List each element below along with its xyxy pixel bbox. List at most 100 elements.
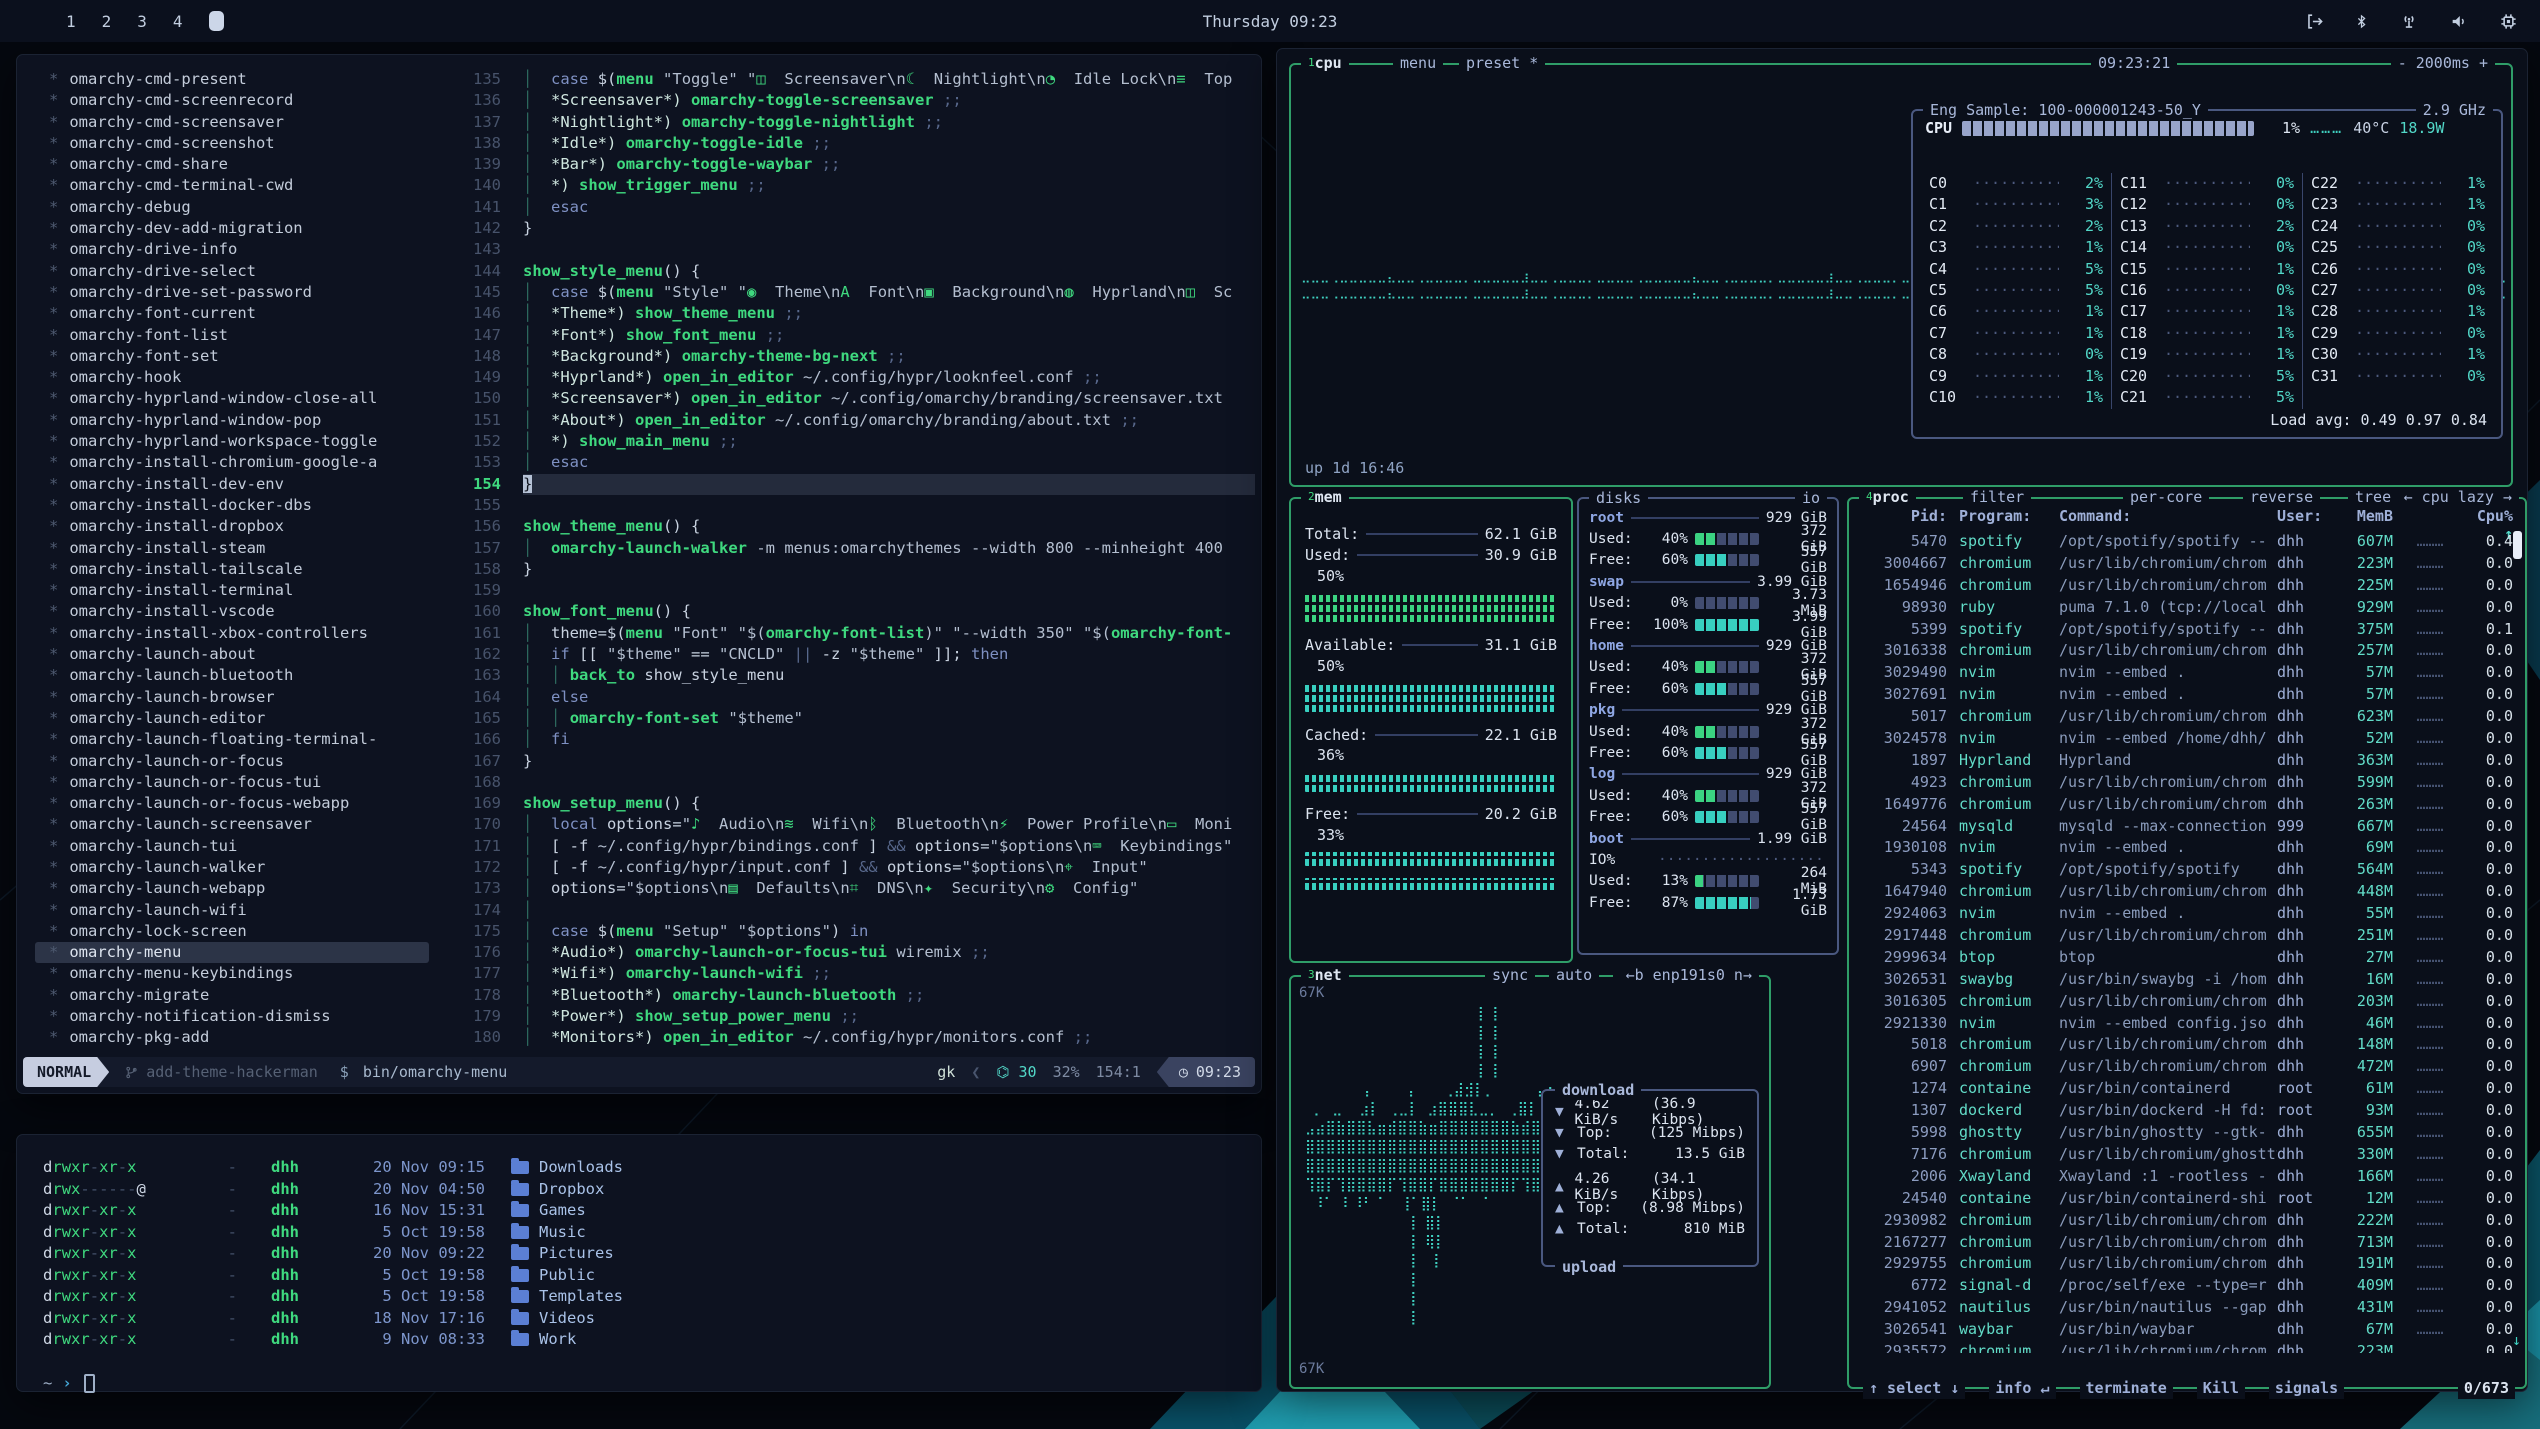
proc-footer-button[interactable]: info ↵	[1989, 1377, 2055, 1399]
process-row[interactable]: 7176chromium/usr/lib/chromium/ghostty --…	[1859, 1144, 2513, 1166]
process-row[interactable]: 2167277chromium/usr/lib/chromium/chromdh…	[1859, 1232, 2513, 1254]
code-line[interactable]: │ *Background*) omarchy-theme-bg-next ;;	[523, 346, 1255, 367]
process-row[interactable]: 5470spotify/opt/spotify/spotify --dhh607…	[1859, 531, 2513, 553]
process-row[interactable]: 2935572chromium/usr/lib/chromium/chromdh…	[1859, 1341, 2513, 1353]
file-item[interactable]: *omarchy-launch-tui	[35, 836, 429, 857]
code-line[interactable]: │ *Power*) show_setup_power_menu ;;	[523, 1006, 1255, 1027]
proc-tree-tab[interactable]: tree	[2348, 487, 2398, 507]
file-item[interactable]: *omarchy-install-xbox-controllers	[35, 623, 429, 644]
volume-icon[interactable]	[2449, 12, 2469, 31]
file-item[interactable]: *omarchy-migrate	[35, 985, 429, 1006]
file-item[interactable]: *omarchy-launch-about	[35, 644, 429, 665]
process-row[interactable]: 2930982chromium/usr/lib/chromium/chromdh…	[1859, 1210, 2513, 1232]
code-line[interactable]: │	[523, 900, 1255, 921]
code-line[interactable]: │ theme=$(menu "Font" "$(omarchy-font-li…	[523, 623, 1255, 644]
process-row[interactable]: 3016338chromium/usr/lib/chromium/chromdh…	[1859, 640, 2513, 662]
file-item[interactable]: *omarchy-install-steam	[35, 538, 429, 559]
code-line[interactable]: │ *Monitors*) open_in_editor ~/.config/h…	[523, 1027, 1255, 1048]
code-line[interactable]: show_setup_menu() {	[523, 793, 1255, 814]
process-row[interactable]: 3029490nvimnvim --embed .dhh57M………0.0	[1859, 662, 2513, 684]
proc-reverse-tab[interactable]: reverse	[2243, 487, 2320, 507]
file-item[interactable]: *omarchy-font-list	[35, 325, 429, 346]
bluetooth-icon[interactable]	[2354, 12, 2369, 31]
process-row[interactable]: 3004667chromium/usr/lib/chromium/chromdh…	[1859, 553, 2513, 575]
code-line[interactable]: │ omarchy-launch-walker -m menus:omarchy…	[523, 538, 1255, 559]
code-line[interactable]: │ *Bluetooth*) omarchy-launch-bluetooth …	[523, 985, 1255, 1006]
process-row[interactable]: 1897HyprlandHyprlanddhh363M………0.0	[1859, 750, 2513, 772]
process-row[interactable]: 2929755chromium/usr/lib/chromium/chromdh…	[1859, 1253, 2513, 1275]
update-interval[interactable]: - 2000ms +	[2391, 53, 2495, 73]
process-row[interactable]: 1654946chromium/usr/lib/chromium/chromdh…	[1859, 575, 2513, 597]
logout-icon[interactable]	[2305, 12, 2324, 31]
code-line[interactable]	[523, 495, 1255, 516]
file-item[interactable]: *omarchy-install-terminal	[35, 580, 429, 601]
process-row[interactable]: 6772signal-d/proc/self/exe --type=rdhh40…	[1859, 1275, 2513, 1297]
code-line[interactable]: │ *Nightlight*) omarchy-toggle-nightligh…	[523, 112, 1255, 133]
process-row[interactable]: 2999634btopbtopdhh27M………0.0	[1859, 947, 2513, 969]
file-item[interactable]: *omarchy-hyprland-workspace-toggle	[35, 431, 429, 452]
code-line[interactable]: │ [ -f ~/.config/hypr/input.conf ] && op…	[523, 857, 1255, 878]
process-row[interactable]: 5399spotify/opt/spotify/spotify --dhh375…	[1859, 619, 2513, 641]
file-item[interactable]: *omarchy-menu-keybindings	[35, 963, 429, 984]
code-line[interactable]	[523, 772, 1255, 793]
process-row[interactable]: 1930108nvimnvim --embed .dhh69M………0.0	[1859, 837, 2513, 859]
proc-footer-button[interactable]: ↑ select ↓	[1863, 1377, 1965, 1399]
file-item[interactable]: *omarchy-launch-or-focus-tui	[35, 772, 429, 793]
file-item[interactable]: *omarchy-debug	[35, 197, 429, 218]
io-tab[interactable]: io	[1795, 488, 1827, 508]
proc-percore-tab[interactable]: per-core	[2123, 487, 2209, 507]
proc-sort-tab[interactable]: ← cpu lazy →	[2397, 487, 2519, 507]
code-line[interactable]: │ case $(menu "Style" "◉ Theme\nA Font\n…	[523, 282, 1255, 303]
proc-scroll-down-icon[interactable]: ↓	[2512, 1331, 2521, 1349]
proc-footer-button[interactable]: terminate	[2080, 1377, 2173, 1399]
proc-footer-button[interactable]: signals	[2269, 1377, 2344, 1399]
process-row[interactable]: 24540containe/usr/bin/containerd-shiroot…	[1859, 1188, 2513, 1210]
process-row[interactable]: 2006XwaylandXwayland :1 -rootless -dhh16…	[1859, 1166, 2513, 1188]
process-row[interactable]: 98930rubypuma 7.1.0 (tcp://localdhh929M……	[1859, 597, 2513, 619]
process-row[interactable]: 1274containe/usr/bin/containerdroot61M………	[1859, 1078, 2513, 1100]
file-item[interactable]: *omarchy-install-vscode	[35, 601, 429, 622]
file-item[interactable]: *omarchy-cmd-screenrecord	[35, 90, 429, 111]
code-line[interactable]	[523, 580, 1255, 601]
process-row[interactable]: 2924063nvimnvim --embed .dhh55M………0.0	[1859, 903, 2513, 925]
code-line[interactable]: │ *Font*) show_font_menu ;;	[523, 325, 1255, 346]
file-item[interactable]: *omarchy-launch-screensaver	[35, 814, 429, 835]
file-item[interactable]: *omarchy-launch-browser	[35, 687, 429, 708]
code-line[interactable]: │ case $(menu "Toggle" "◫ Screensaver\n☾…	[523, 69, 1255, 90]
process-row[interactable]: 6907chromium/usr/lib/chromium/chromdhh47…	[1859, 1056, 2513, 1078]
file-item[interactable]: *omarchy-cmd-terminal-cwd	[35, 175, 429, 196]
proc-scrollbar[interactable]	[2513, 531, 2522, 559]
code-line[interactable]: }	[523, 751, 1255, 772]
code-line[interactable]: │ local options="♪ Audio\n≋ Wifi\nᛒ Blue…	[523, 814, 1255, 835]
process-row[interactable]: 5998ghostty/usr/bin/ghostty --gtk-dhh655…	[1859, 1122, 2513, 1144]
file-item[interactable]: *omarchy-font-set	[35, 346, 429, 367]
file-item[interactable]: *omarchy-launch-webapp	[35, 878, 429, 899]
process-row[interactable]: 2917448chromium/usr/lib/chromium/chromdh…	[1859, 925, 2513, 947]
code-line[interactable]: │ case $(menu "Setup" "$options") in	[523, 921, 1255, 942]
file-item[interactable]: *omarchy-cmd-share	[35, 154, 429, 175]
code-line[interactable]: }	[523, 218, 1255, 239]
file-item[interactable]: *omarchy-drive-set-password	[35, 282, 429, 303]
file-item[interactable]: *omarchy-launch-wifi	[35, 900, 429, 921]
code-line[interactable]: │ if [[ "$theme" == "CNCLD" || -z "$them…	[523, 644, 1255, 665]
file-item[interactable]: *omarchy-pkg-add	[35, 1027, 429, 1048]
process-row[interactable]: 2941052nautilus/usr/bin/nautilus --gapdh…	[1859, 1297, 2513, 1319]
file-item[interactable]: *omarchy-dev-add-migration	[35, 218, 429, 239]
file-item[interactable]: *omarchy-drive-info	[35, 239, 429, 260]
file-item[interactable]: *omarchy-hyprland-window-close-all	[35, 388, 429, 409]
code-line[interactable]: │ *Idle*) omarchy-toggle-idle ;;	[523, 133, 1255, 154]
code-line[interactable]: │ *Theme*) show_theme_menu ;;	[523, 303, 1255, 324]
file-item[interactable]: *omarchy-font-current	[35, 303, 429, 324]
net-interface-tab[interactable]: ←b enp191s0 n→	[1619, 965, 1759, 985]
proc-filter-tab[interactable]: filter	[1963, 487, 2031, 507]
process-row[interactable]: 4923chromium/usr/lib/chromium/chromdhh59…	[1859, 772, 2513, 794]
code-editor[interactable]: │ case $(menu "Toggle" "◫ Screensaver\n☾…	[523, 69, 1255, 1049]
code-line[interactable]: }	[523, 559, 1255, 580]
net-sync-tab[interactable]: sync	[1485, 965, 1535, 985]
file-item[interactable]: *omarchy-drive-select	[35, 261, 429, 282]
shell-prompt[interactable]: ~ ›	[43, 1373, 1235, 1395]
process-row[interactable]: 3026531swaybg/usr/bin/swaybg -i /homdhh1…	[1859, 969, 2513, 991]
cpu-preset-tab[interactable]: preset *	[1459, 53, 1545, 73]
file-item[interactable]: *omarchy-launch-bluetooth	[35, 665, 429, 686]
code-line[interactable]: │ *Bar*) omarchy-toggle-waybar ;;	[523, 154, 1255, 175]
